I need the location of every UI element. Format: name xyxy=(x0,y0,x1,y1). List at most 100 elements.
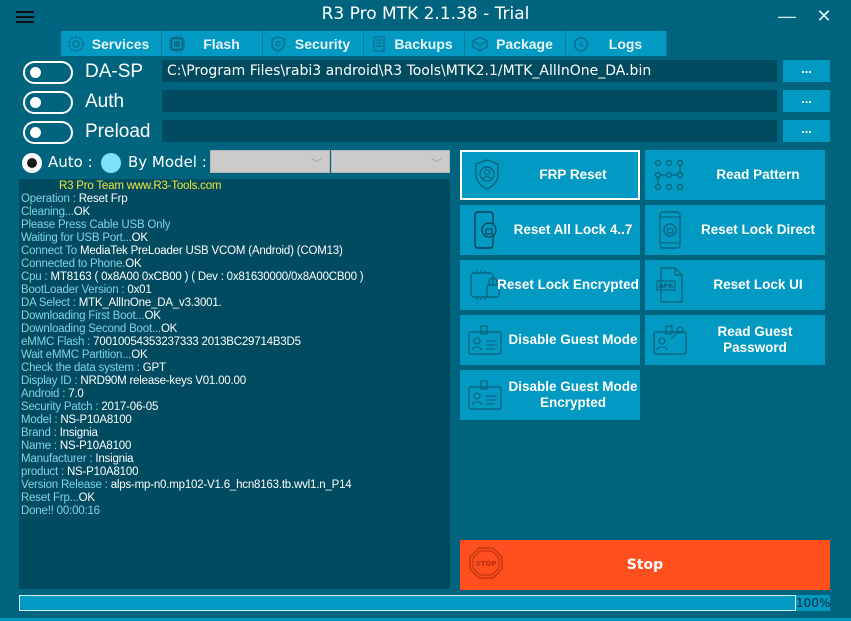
log-key: Reset Frp... xyxy=(21,492,79,504)
log-line: Done!! 00:00:16 xyxy=(21,505,450,518)
tab-label: Security xyxy=(294,35,351,52)
log-value: Reset Frp xyxy=(78,193,128,205)
log-key: Connected to Phone. xyxy=(21,258,126,270)
da-sp-label: DA-SP xyxy=(85,61,144,82)
chip-icon xyxy=(167,34,187,54)
by-model-radio-label: By Model : xyxy=(128,153,207,171)
log-value: MTK_AllInOne_DA_v3.3001. xyxy=(78,297,222,309)
log-line: Cleaning...OK xyxy=(21,206,450,219)
stop-button[interactable]: STOP Stop xyxy=(460,540,830,590)
tab-label: Backups xyxy=(394,35,453,52)
tab-label: Logs xyxy=(608,35,643,52)
disable-guest-mode-button[interactable]: Disable Guest Mode xyxy=(460,315,640,365)
log-line: BootLoader Version : 0x01 xyxy=(21,284,450,297)
log-key: Connect To xyxy=(21,245,80,257)
auto-radio[interactable] xyxy=(22,153,42,173)
disable-guest-mode-encrypted-button[interactable]: Disable Guest Mode Encrypted xyxy=(460,370,640,420)
by-model-radio[interactable] xyxy=(101,153,121,173)
log-value: 70010054353237333 2013BC29714B3D5 xyxy=(93,336,301,348)
log-line: Cpu : MT8163 ( 0x8A00 0xCB00 ) ( Dev : 0… xyxy=(21,271,450,284)
progress-percent: 100% xyxy=(796,595,831,611)
minimize-button[interactable]: — xyxy=(776,6,798,26)
log-line: Brand : Insignia xyxy=(21,427,450,440)
log-line: Please Press Cable USB Only xyxy=(21,219,450,232)
chevron-down-icon: ﹀ xyxy=(431,158,442,170)
brand-select[interactable]: ﹀ xyxy=(210,150,330,173)
read-guest-password-button[interactable]: Read Guest Password xyxy=(645,315,825,365)
log-line: Version Release : alps-mp-n0.mp102-V1.6_… xyxy=(21,479,450,492)
tab-security[interactable]: Security xyxy=(263,31,364,56)
reset-all-lock-button[interactable]: Reset All Lock 4..7 xyxy=(460,205,640,255)
auth-path-field[interactable] xyxy=(162,90,777,112)
auth-browse-button[interactable]: ... xyxy=(783,90,830,112)
log-key: BootLoader Version : xyxy=(21,284,128,296)
log-key: Manufacturer : xyxy=(21,453,96,465)
tab-package[interactable]: Package xyxy=(465,31,566,56)
log-value: GPT xyxy=(142,362,166,374)
tab-flash[interactable]: Flash xyxy=(162,31,263,56)
tab-label: Services xyxy=(91,35,150,52)
log-value: NS-P10A8100 xyxy=(59,440,132,452)
reset-lock-ui-button[interactable]: APK Reset Lock UI xyxy=(645,260,825,310)
log-value: MediaTek PreLoader USB VCOM (Android) (C… xyxy=(79,245,343,257)
log-key: Display ID : xyxy=(21,375,81,387)
log-value: alps-mp-n0.mp102-V1.6_hcn8163.tb.wvl1.n_… xyxy=(110,479,352,491)
action-label: Disable Guest Mode Encrypted xyxy=(508,379,638,410)
auth-toggle[interactable] xyxy=(23,91,73,114)
progress-bar xyxy=(19,595,796,611)
action-label: Read Guest Password xyxy=(717,324,793,355)
preload-browse-button[interactable]: ... xyxy=(783,120,830,142)
da-sp-toggle[interactable] xyxy=(23,61,73,84)
da-sp-browse-button[interactable]: ... xyxy=(783,60,830,82)
log-line: Downloading First Boot...OK xyxy=(21,310,450,323)
reset-lock-encrypted-button[interactable]: Reset Lock Encrypted xyxy=(460,260,640,310)
read-pattern-button[interactable]: Read Pattern xyxy=(645,150,825,200)
log-line: Connected to Phone.OK xyxy=(21,258,450,271)
da-sp-path-field[interactable]: C:\Program Files\rabi3 android\R3 Tools\… xyxy=(162,60,777,82)
log-line: Name : NS-P10A8100 xyxy=(21,440,450,453)
auth-label: Auth xyxy=(85,91,125,112)
log-value: OK xyxy=(144,310,161,322)
tab-label: Flash xyxy=(203,35,240,52)
box-icon xyxy=(470,34,490,54)
log-value: OK xyxy=(160,323,178,335)
log-value: OK xyxy=(125,258,142,270)
log-line: Manufacturer : Insignia xyxy=(21,453,450,466)
tab-backups[interactable]: Backups xyxy=(364,31,465,56)
log-line: Connect To MediaTek PreLoader USB VCOM (… xyxy=(21,245,450,258)
log-value: OK xyxy=(73,206,90,218)
log-lines: Operation : Reset Frp Cleaning...OK Please… xyxy=(21,193,450,518)
log-key: Check the data system : xyxy=(21,362,143,374)
reset-lock-direct-button[interactable]: Reset Lock Direct xyxy=(645,205,825,255)
log-line: Check the data system : GPT xyxy=(21,362,450,375)
window-title: R3 Pro MTK 2.1.38 - Trial xyxy=(321,4,530,24)
tab-services[interactable]: Services xyxy=(61,31,162,56)
log-key: Name : xyxy=(21,440,60,452)
log-key: Downloading First Boot... xyxy=(21,310,145,322)
frp-reset-button[interactable]: FRP Reset xyxy=(460,150,640,200)
log-output[interactable]: R3 Pro Team www.R3-Tools.com Operation :… xyxy=(19,179,450,589)
log-key: eMMC Flash : xyxy=(21,336,94,348)
tab-label: Package xyxy=(496,35,553,52)
phone-unlock-icon xyxy=(464,210,506,250)
model-select[interactable]: ﹀ xyxy=(331,150,450,173)
svg-text:APK: APK xyxy=(659,282,675,290)
log-line: Operation : Reset Frp xyxy=(21,193,450,206)
log-value: NS-P10A8100 xyxy=(60,414,132,426)
stop-sign-icon: STOP xyxy=(468,545,508,585)
log-value: NRD90M release-keys V01.00.00 xyxy=(80,375,246,387)
log-key: Brand : xyxy=(21,427,60,439)
log-line: Display ID : NRD90M release-keys V01.00.… xyxy=(21,375,450,388)
stop-label: Stop xyxy=(626,557,664,573)
preload-toggle[interactable] xyxy=(23,121,73,144)
log-key: Waiting for USB Port... xyxy=(21,232,132,244)
log-key: Cleaning... xyxy=(21,206,74,218)
log-line: Model : NS-P10A8100 xyxy=(21,414,450,427)
log-value: 0x01 xyxy=(127,284,152,296)
tab-logs[interactable]: Logs xyxy=(566,31,667,56)
log-key: Operation : xyxy=(21,193,79,205)
log-key: product : xyxy=(21,466,67,478)
preload-path-field[interactable] xyxy=(162,120,777,142)
close-button[interactable]: ✕ xyxy=(813,6,835,26)
log-line: Android : 7.0 xyxy=(21,388,450,401)
